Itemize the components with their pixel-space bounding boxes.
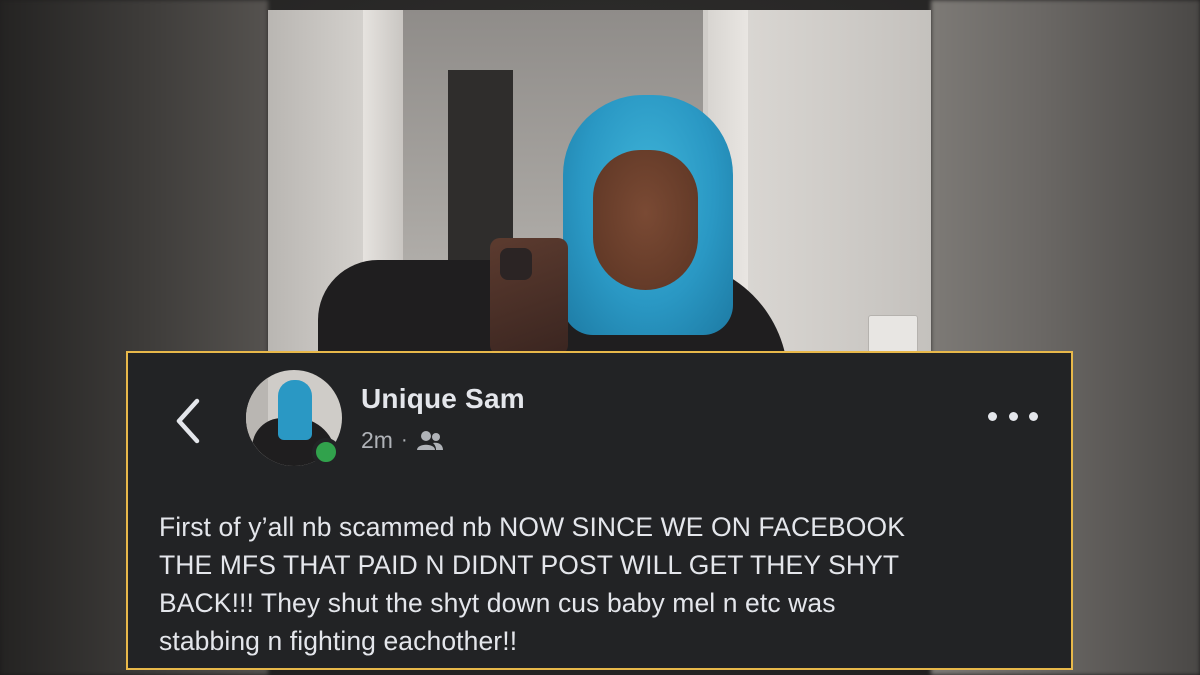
post-body-text: First of y’all nb scammed nb NOW SINCE W… xyxy=(159,512,905,656)
facebook-post-card: Unique Sam 2m · First of y’all nb scamme… xyxy=(126,351,1073,670)
online-status-badge xyxy=(312,438,340,466)
photo-phone xyxy=(490,238,568,355)
friends-icon[interactable] xyxy=(416,430,444,452)
avatar-hair xyxy=(278,380,312,440)
more-dot-1 xyxy=(988,411,997,421)
more-options-button[interactable] xyxy=(988,401,1038,431)
photo-wall-outlet xyxy=(868,315,918,353)
chevron-left-icon xyxy=(176,398,200,444)
author-name[interactable]: Unique Sam xyxy=(361,383,525,415)
photo-wall-right xyxy=(748,10,931,355)
post-timestamp[interactable]: 2m xyxy=(361,427,393,454)
post-meta: 2m · xyxy=(361,427,444,454)
back-button[interactable] xyxy=(168,391,208,451)
profile-photo xyxy=(268,10,931,355)
photo-phone-camera xyxy=(500,248,532,280)
more-dot-2 xyxy=(1008,411,1018,421)
meta-separator: · xyxy=(400,429,408,451)
photo-person-face xyxy=(593,150,698,290)
more-dot-3 xyxy=(1029,411,1038,421)
